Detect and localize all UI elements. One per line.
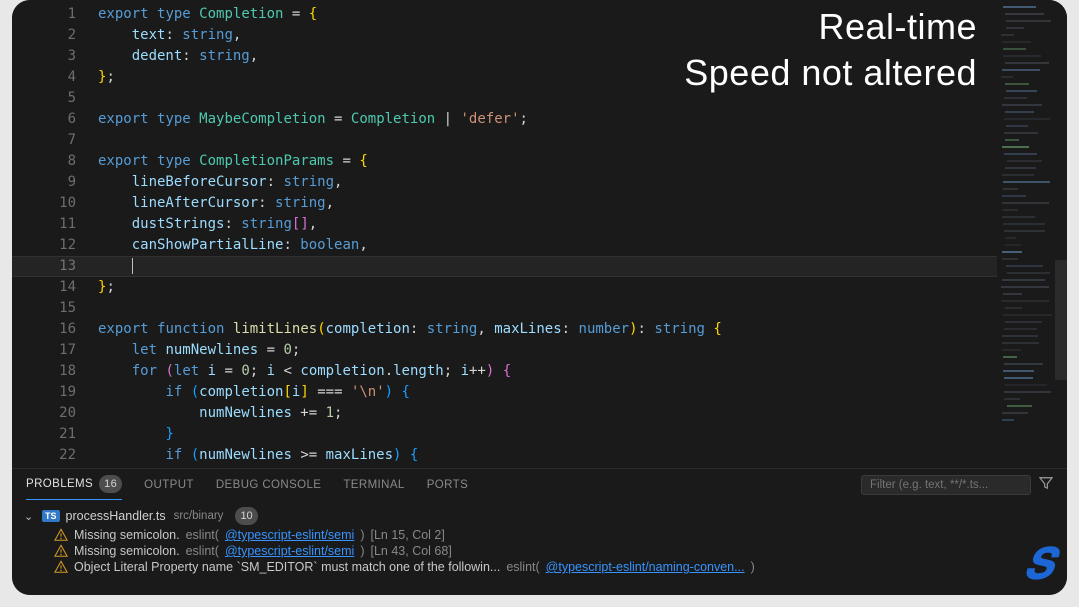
line-number: 7	[12, 130, 98, 151]
line-number: 10	[12, 193, 98, 214]
tab-debug[interactable]: DEBUG CONSOLE	[216, 473, 322, 497]
line-number: 9	[12, 172, 98, 193]
problem-location: [Ln 15, Col 2]	[371, 528, 445, 542]
code-line[interactable]: export type CompletionParams = {	[98, 151, 1067, 172]
line-number: 11	[12, 214, 98, 235]
overlay-caption: Real-time Speed not altered	[684, 4, 977, 96]
problem-row[interactable]: Missing semicolon. eslint( @typescript-es…	[20, 543, 1067, 559]
minimap-scroll-thumb[interactable]	[1055, 260, 1067, 380]
code-line[interactable]: export function limitLines(completion: s…	[98, 319, 1067, 340]
problem-row[interactable]: Object Literal Property name `SM_EDITOR`…	[20, 559, 1067, 575]
minimap[interactable]	[997, 0, 1067, 468]
problem-message: Missing semicolon.	[74, 544, 180, 558]
code-line[interactable]: }	[98, 424, 1067, 445]
warning-icon	[54, 528, 68, 542]
problems-filter-input[interactable]	[861, 475, 1031, 495]
line-number: 5	[12, 88, 98, 109]
overlay-line2: Speed not altered	[684, 50, 977, 96]
tab-problems[interactable]: PROBLEMS16	[26, 469, 122, 500]
problems-file-count: 10	[235, 507, 257, 525]
line-number: 20	[12, 403, 98, 424]
line-number: 19	[12, 382, 98, 403]
line-number: 17	[12, 340, 98, 361]
problem-row[interactable]: Missing semicolon. eslint( @typescript-es…	[20, 527, 1067, 543]
code-line[interactable]: canShowPartialLine: boolean,	[98, 235, 1067, 256]
brand-logo: 𝑺	[1024, 540, 1045, 589]
problems-file-name: processHandler.ts	[66, 509, 166, 523]
tab-terminal[interactable]: TERMINAL	[343, 473, 404, 497]
problems-filter-box	[861, 475, 1053, 495]
problem-source: eslint(	[506, 560, 539, 574]
problem-location: [Ln 43, Col 68]	[371, 544, 452, 558]
code-editor-area[interactable]: 12345678910111213141516171819202122 expo…	[12, 0, 1067, 468]
text-cursor	[132, 258, 133, 274]
line-number: 13	[12, 256, 98, 277]
problem-rule-link[interactable]: @typescript-eslint/semi	[225, 544, 354, 558]
code-line[interactable]: for (let i = 0; i < completion.length; i…	[98, 361, 1067, 382]
line-number: 6	[12, 109, 98, 130]
problems-file-path: src/binary	[174, 510, 224, 522]
problems-list: ⌄ TS processHandler.ts src/binary 10 Mis…	[12, 501, 1067, 575]
problem-message: Missing semicolon.	[74, 528, 180, 542]
tab-ports[interactable]: PORTS	[427, 473, 468, 497]
tab-badge: 16	[99, 475, 122, 493]
code-line[interactable]: dustStrings: string[],	[98, 214, 1067, 235]
code-line[interactable]: lineBeforeCursor: string,	[98, 172, 1067, 193]
panel-tab-bar: PROBLEMS16 OUTPUT DEBUG CONSOLE TERMINAL POR…	[12, 469, 1067, 501]
editor-window: 12345678910111213141516171819202122 expo…	[12, 0, 1067, 595]
bottom-panel: PROBLEMS16 OUTPUT DEBUG CONSOLE TERMINAL POR…	[12, 468, 1067, 595]
code-line[interactable]: lineAfterCursor: string,	[98, 193, 1067, 214]
code-line[interactable]: let numNewlines = 0;	[98, 340, 1067, 361]
overlay-line1: Real-time	[684, 4, 977, 50]
line-number: 12	[12, 235, 98, 256]
code-line[interactable]: };	[98, 277, 1067, 298]
line-number: 16	[12, 319, 98, 340]
warning-icon	[54, 544, 68, 558]
problem-source: eslint(	[186, 544, 219, 558]
problem-message: Object Literal Property name `SM_EDITOR`…	[74, 560, 500, 574]
chevron-down-icon[interactable]: ⌄	[24, 510, 36, 523]
line-number: 21	[12, 424, 98, 445]
ts-file-icon: TS	[42, 510, 60, 522]
line-number: 1	[12, 4, 98, 25]
line-number: 2	[12, 25, 98, 46]
problem-rule-link[interactable]: @typescript-eslint/semi	[225, 528, 354, 542]
code-line[interactable]: if (numNewlines >= maxLines) {	[98, 445, 1067, 466]
code-line[interactable]: export type MaybeCompletion = Completion…	[98, 109, 1067, 130]
line-number: 22	[12, 445, 98, 466]
line-number-gutter: 12345678910111213141516171819202122	[12, 0, 98, 468]
code-line[interactable]	[98, 256, 1067, 277]
code-line[interactable]	[98, 130, 1067, 151]
tab-output[interactable]: OUTPUT	[144, 473, 194, 497]
problem-source: eslint(	[186, 528, 219, 542]
line-number: 8	[12, 151, 98, 172]
line-number: 15	[12, 298, 98, 319]
line-number: 4	[12, 67, 98, 88]
warning-icon	[54, 560, 68, 574]
filter-icon[interactable]	[1039, 476, 1053, 493]
code-line[interactable]: numNewlines += 1;	[98, 403, 1067, 424]
line-number: 3	[12, 46, 98, 67]
line-number: 18	[12, 361, 98, 382]
problems-file-row[interactable]: ⌄ TS processHandler.ts src/binary 10	[20, 505, 1067, 527]
code-line[interactable]	[98, 298, 1067, 319]
code-line[interactable]: if (completion[i] === '\n') {	[98, 382, 1067, 403]
problem-rule-link[interactable]: @typescript-eslint/naming-conven...	[546, 560, 745, 574]
line-number: 14	[12, 277, 98, 298]
